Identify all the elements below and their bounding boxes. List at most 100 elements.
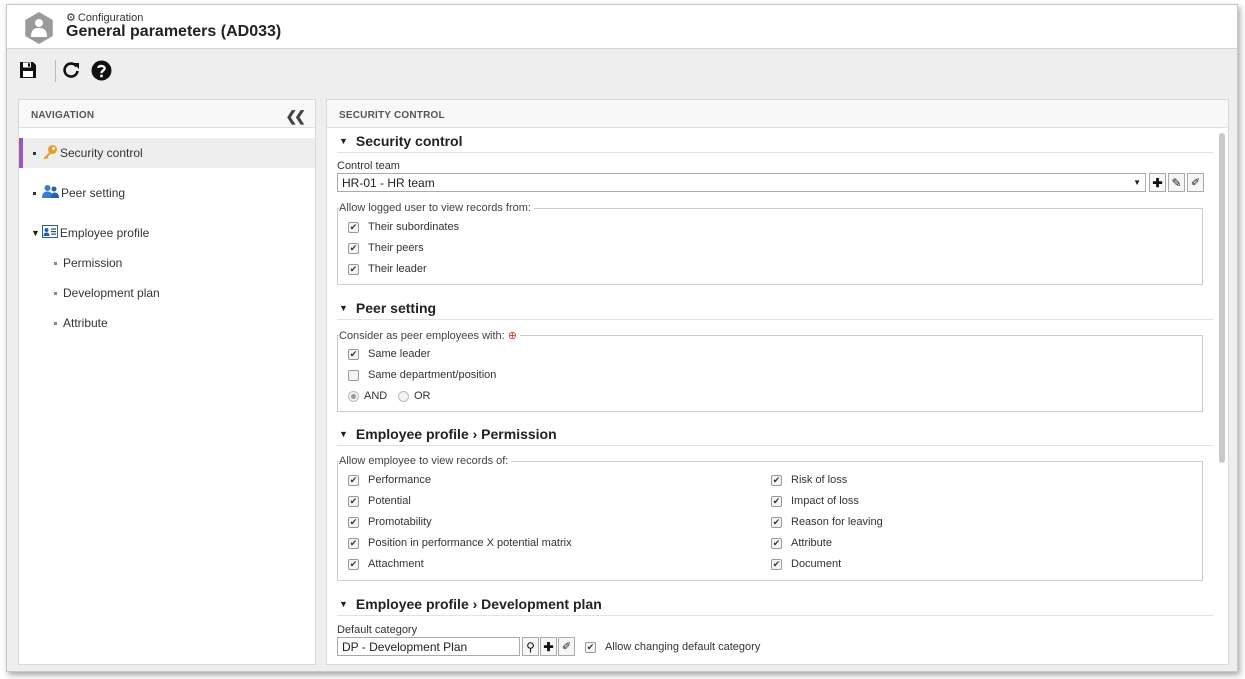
checkbox-promotability[interactable]: ✔ Promotability [348, 516, 432, 528]
profile-card-icon [41, 225, 58, 241]
sidebar-item-peer-setting[interactable]: Peer setting [19, 178, 315, 208]
sidebar-item-employee-profile[interactable]: ▼ Employee profile [19, 218, 315, 248]
checkbox-box[interactable]: ✔ [348, 263, 359, 275]
checkbox-position-matrix[interactable]: ✔ Position in performance X potential mat… [348, 537, 572, 549]
checkbox-box[interactable]: ✔ [771, 474, 782, 486]
help-button[interactable] [89, 58, 113, 82]
radio-button[interactable] [398, 390, 409, 402]
checkbox-box[interactable]: ✔ [348, 474, 359, 486]
checkbox-potential[interactable]: ✔ Potential [348, 495, 411, 507]
sidebar-item-security-control[interactable]: Security control [19, 138, 315, 168]
bullet-icon [54, 321, 57, 325]
checkbox-same-leader[interactable]: ✔ Same leader [348, 348, 430, 360]
group-legend: Consider as peer employees with: ⊕ [339, 329, 520, 342]
eraser-icon: ✐ [561, 641, 572, 653]
checkbox-attachment[interactable]: ✔ Attachment [348, 558, 424, 570]
section-security-control[interactable]: ▼ Security control [337, 129, 1213, 153]
search-category-button[interactable]: ⚲ [522, 637, 539, 656]
clear-category-button[interactable]: ✐ [558, 637, 575, 656]
checkbox-label: Attachment [368, 558, 424, 570]
toolbar [7, 50, 1237, 90]
checkbox-box[interactable]: ✔ [348, 348, 359, 360]
search-icon: ⚲ [526, 639, 535, 654]
section-title: Peer setting [355, 299, 437, 316]
checkbox-box[interactable]: ✔ [348, 558, 359, 570]
navigation-panel: NAVIGATION ❮❮ Security control Peer sett… [18, 99, 316, 665]
checkbox-risk-of-loss[interactable]: ✔ Risk of loss [771, 474, 847, 486]
checkbox-label: Their peers [368, 242, 424, 254]
collapse-panel-icon[interactable]: ❮❮ [286, 108, 307, 125]
section-employee-profile-permission[interactable]: ▼ Employee profile › Permission [337, 422, 1213, 446]
section-peer-setting[interactable]: ▼ Peer setting [337, 296, 1213, 320]
checkbox-their-leader[interactable]: ✔ Their leader [348, 263, 427, 275]
radio-button[interactable] [348, 390, 359, 402]
main-panel: SECURITY CONTROL ▼ Security control Cont… [326, 99, 1229, 665]
checkbox-box[interactable] [348, 369, 359, 381]
radio-and[interactable]: AND [348, 390, 387, 402]
radio-label: OR [414, 390, 431, 402]
checkbox-label: Position in performance X potential matr… [368, 537, 572, 549]
checkbox-label: Impact of loss [791, 495, 859, 507]
checkbox-same-department-position[interactable]: Same department/position [348, 369, 496, 381]
refresh-button[interactable] [59, 58, 83, 82]
checkbox-label: Promotability [368, 516, 432, 528]
sidebar-item-permission[interactable]: Permission [19, 248, 315, 278]
checkbox-label: Performance [368, 474, 431, 486]
control-team-select[interactable]: HR-01 - HR team ▼ [337, 173, 1146, 192]
checkbox-label: Their leader [368, 263, 427, 275]
checkbox-reason-for-leaving[interactable]: ✔ Reason for leaving [771, 516, 883, 528]
sidebar-item-attribute[interactable]: Attribute [19, 308, 315, 338]
bullet-icon [33, 151, 36, 155]
bullet-icon [54, 291, 57, 295]
checkbox-box[interactable]: ✔ [771, 516, 782, 528]
collapse-arrow-icon[interactable]: ▼ [339, 429, 348, 439]
sidebar-item-label: Attribute [63, 316, 108, 330]
checkbox-box[interactable]: ✔ [348, 242, 359, 254]
plus-icon: ✚ [1152, 175, 1163, 190]
checkbox-box[interactable]: ✔ [348, 537, 359, 549]
checkbox-box[interactable]: ✔ [771, 495, 782, 507]
collapse-arrow-icon[interactable]: ▼ [339, 303, 348, 313]
default-category-field[interactable]: DP - Development Plan [337, 637, 520, 656]
checkbox-box[interactable]: ✔ [348, 495, 359, 507]
section-employee-profile-development-plan[interactable]: ▼ Employee profile › Development plan [337, 592, 1213, 616]
expand-arrow-icon[interactable]: ▼ [31, 228, 40, 238]
navigation-heading: NAVIGATION [19, 100, 315, 128]
add-team-button[interactable]: ✚ [1149, 173, 1166, 192]
eraser-icon: ✐ [1190, 177, 1201, 189]
group-legend: Allow employee to view records of: [339, 455, 512, 467]
checkbox-their-peers[interactable]: ✔ Their peers [348, 242, 424, 254]
checkbox-box[interactable]: ✔ [771, 558, 782, 570]
required-icon: ⊕ [507, 330, 517, 342]
checkbox-label: Document [791, 558, 842, 570]
group-legend-text: Consider as peer employees with: [339, 330, 505, 342]
checkbox-box[interactable]: ✔ [771, 537, 782, 549]
radio-or[interactable]: OR [398, 390, 431, 402]
sidebar-item-label: Employee profile [59, 226, 150, 240]
checkbox-attribute[interactable]: ✔ Attribute [771, 537, 832, 549]
checkbox-impact-of-loss[interactable]: ✔ Impact of loss [771, 495, 859, 507]
sidebar-item-development-plan[interactable]: Development plan [19, 278, 315, 308]
collapse-arrow-icon[interactable]: ▼ [339, 599, 348, 609]
add-category-button[interactable]: ✚ [540, 637, 557, 656]
sidebar-item-label: Security control [60, 146, 143, 160]
checkbox-performance[interactable]: ✔ Performance [348, 474, 431, 486]
checkbox-label: Reason for leaving [791, 516, 883, 528]
checkbox-box[interactable]: ✔ [348, 221, 359, 233]
title-bar: ⚙ Configuration General parameters (AD033… [7, 5, 1237, 49]
toolbar-separator [55, 60, 56, 82]
checkbox-allow-changing-default-category[interactable]: ✔ Allow changing default category [585, 641, 760, 653]
clear-team-button[interactable]: ✐ [1187, 173, 1204, 192]
collapse-arrow-icon[interactable]: ▼ [339, 136, 348, 146]
checkbox-document[interactable]: ✔ Document [771, 558, 841, 570]
checkbox-label: Risk of loss [791, 474, 848, 486]
vertical-scrollbar[interactable] [1219, 133, 1225, 463]
checkbox-their-subordinates[interactable]: ✔ Their subordinates [348, 221, 459, 233]
checkbox-box[interactable]: ✔ [348, 516, 359, 528]
help-icon [91, 60, 111, 80]
checkbox-box[interactable]: ✔ [585, 641, 596, 653]
save-button[interactable] [16, 58, 40, 82]
pencil-icon: ✎ [1171, 175, 1182, 190]
edit-team-button[interactable]: ✎ [1168, 173, 1185, 192]
section-title: Employee profile › Development plan [355, 595, 602, 612]
